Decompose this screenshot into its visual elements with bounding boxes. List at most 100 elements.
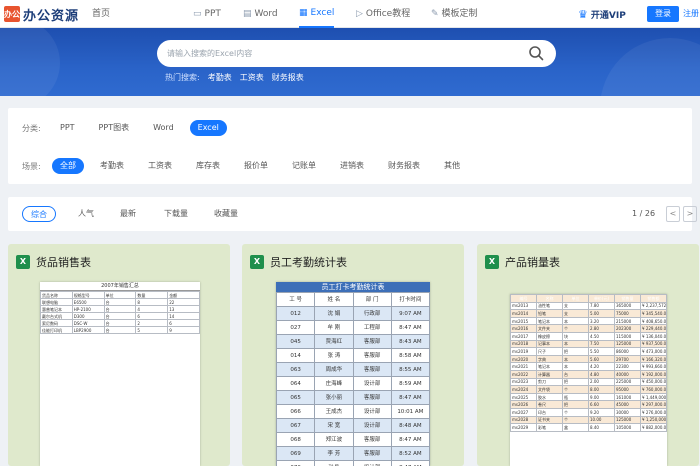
- nav-template-custom[interactable]: ✎ 模板定制: [431, 0, 478, 28]
- prev-page-button[interactable]: <: [666, 206, 680, 222]
- sort-overall[interactable]: 综合: [22, 206, 56, 222]
- preview-cell: 069: [276, 446, 316, 461]
- preview-cell: 8:52 AM: [390, 446, 430, 461]
- nav-ppt[interactable]: ▭ PPT: [193, 0, 221, 28]
- preview-header-row: 工 号姓 名部 门打卡时间: [276, 292, 430, 307]
- preview-caption: 2007年销售汇总: [40, 282, 200, 291]
- preview-cell: 台: [103, 298, 137, 306]
- scene-financial[interactable]: 财务报表: [380, 158, 428, 174]
- preview-cell: 印台: [536, 407, 563, 417]
- card-header: X 产品销量表: [485, 254, 560, 270]
- preview-cell: ms2025: [510, 392, 537, 402]
- preview-cell: 2.80: [588, 324, 615, 333]
- preview-cell: 油性笔: [536, 301, 563, 311]
- preview-cell: 支: [562, 301, 589, 311]
- preview-row: ms2016 文件夹个 2.80 202300 ¥ 229,440.00: [510, 324, 667, 333]
- preview-cell: 6: [135, 312, 169, 320]
- preview-cell: 索尼数码: [40, 319, 73, 327]
- preview-cell: 台: [562, 369, 589, 379]
- preview-header-cell: 打卡时间: [390, 292, 430, 307]
- preview-row: ms2020 字典本 5.60 29700 ¥ 166,320.00: [510, 354, 667, 364]
- scene-bookkeeping[interactable]: 记账单: [284, 158, 324, 174]
- preview-cell: 7.80: [588, 301, 615, 311]
- scene-quotation[interactable]: 报价单: [236, 158, 276, 174]
- hot-search-keyword[interactable]: 考勤表: [208, 72, 232, 83]
- preview-cell: 文件袋: [536, 385, 563, 394]
- login-button[interactable]: 登录: [647, 6, 679, 22]
- hot-search-keyword[interactable]: 财务报表: [272, 72, 304, 83]
- play-icon: ▷: [356, 8, 363, 19]
- preview-cell: 台: [103, 312, 137, 320]
- preview-cell: 计算器: [536, 369, 563, 379]
- preview-cell: 8: [135, 298, 169, 306]
- preview-cell: 3.20: [588, 316, 615, 326]
- preview-cell: 客服部: [352, 362, 392, 377]
- hot-search-keyword[interactable]: 工资表: [240, 72, 264, 83]
- scene-inventory[interactable]: 库存表: [188, 158, 228, 174]
- excel-file-icon: X: [250, 255, 264, 269]
- preview-row: ms2017 橡皮擦块 4.50 115000 ¥ 136,040.00: [510, 331, 667, 341]
- template-card[interactable]: X 货品销售表 2007年销售汇总 货品名称 规格型号 单位 数量 金额 联想电脑 E650…: [8, 244, 230, 466]
- preview-cell: 8:55 AM: [390, 362, 430, 377]
- scene-row: 场景: 全部 考勤表 工资表 库存表 报价单 记账单 进销表 财务报表 其他: [22, 158, 476, 174]
- card-header: X 货品销售表: [16, 254, 91, 270]
- next-page-button[interactable]: >: [683, 206, 697, 222]
- nav-word[interactable]: ▤ Word: [243, 0, 278, 28]
- sort-popularity[interactable]: 人气: [70, 206, 102, 222]
- template-card[interactable]: X 产品销量表 编号 名称 单位 单价(元) 销售量 销售额 ms2013 油性笔支 7.80 3…: [477, 244, 699, 466]
- scene-attendance[interactable]: 考勤表: [92, 158, 132, 174]
- card-title: 货品销售表: [36, 256, 91, 269]
- nav-template-label: 模板定制: [441, 8, 478, 19]
- site-logo[interactable]: 办公 办公资源: [4, 4, 79, 24]
- category-ppt[interactable]: PPT: [52, 120, 83, 136]
- sort-newest[interactable]: 最新: [112, 206, 144, 222]
- preview-row: 联想电脑 E6500 台 8 22: [40, 298, 200, 306]
- preview-row: 063 周成华 客服部 8:55 AM: [276, 362, 430, 377]
- crown-icon: ♛: [578, 7, 588, 21]
- preview-cell: 9.20: [588, 407, 615, 417]
- ppt-icon: ▭: [193, 8, 202, 19]
- scene-other[interactable]: 其他: [436, 158, 468, 174]
- preview-cell: 225000: [614, 377, 641, 387]
- preview-cell: 李 芳: [314, 446, 354, 461]
- category-ppt-chart[interactable]: PPT图表: [91, 120, 138, 136]
- nav-home[interactable]: 首页: [92, 0, 110, 28]
- preview-cell: 宋 宽: [314, 418, 354, 433]
- preview-row: ms2014 铅笔支 5.00 75000 ¥ 345,540.00: [510, 309, 667, 318]
- preview-cell: 本: [562, 316, 589, 326]
- preview-cell: 个: [562, 385, 589, 394]
- preview-header-cell: 金额: [167, 291, 200, 299]
- search-icon[interactable]: [528, 45, 544, 61]
- preview-cell: 5.60: [588, 354, 615, 364]
- preview-cell: ¥ 408,650.00: [640, 316, 667, 326]
- preview-cell: 佳能打印机: [40, 326, 73, 334]
- preview-cell: 9: [167, 326, 200, 334]
- card-preview: 2007年销售汇总 货品名称 规格型号 单位 数量 金额 联想电脑 E6500 台 8 22 惠普笔…: [40, 282, 200, 466]
- preview-row: ms2018 记事本本 7.50 125000 ¥ 937,500.00: [510, 339, 667, 349]
- scene-all[interactable]: 全部: [52, 158, 84, 174]
- scene-purchase-sales[interactable]: 进销表: [332, 158, 372, 174]
- preview-cell: 尺子: [536, 347, 563, 356]
- category-excel[interactable]: Excel: [189, 120, 227, 136]
- search-input[interactable]: [167, 40, 507, 67]
- scene-salary[interactable]: 工资表: [140, 158, 180, 174]
- template-card[interactable]: X 员工考勤统计表 员工打卡考勤统计表 工 号姓 名部 门打卡时间 012 沈 娟行…: [242, 244, 464, 466]
- preview-cell: 5: [135, 326, 169, 334]
- vip-link[interactable]: ♛ 开通VIP: [578, 0, 626, 28]
- preview-cell: 161000: [614, 392, 641, 402]
- excel-file-icon: X: [16, 255, 30, 269]
- preview-cell: 周成华: [314, 362, 354, 377]
- nav-office-tutorial[interactable]: ▷ Office教程: [356, 0, 410, 28]
- preview-cell: ¥ 450,000.00: [640, 377, 667, 387]
- search-banner: 热门搜索: 考勤表 工资表 财务报表: [0, 28, 700, 96]
- category-word[interactable]: Word: [145, 120, 182, 136]
- sort-downloads[interactable]: 下载量: [156, 206, 196, 222]
- sort-favorites[interactable]: 收藏量: [206, 206, 246, 222]
- preview-row: ms2029 彩笔盒 8.40 105000 ¥ 882,000.00: [510, 423, 667, 432]
- register-link[interactable]: 注册: [683, 6, 699, 22]
- preview-row: 惠普笔记本 HP-2100 台 4 13: [40, 305, 200, 313]
- nav-excel[interactable]: ▦ Excel: [299, 0, 335, 28]
- preview-cell: 125000: [614, 339, 641, 349]
- preview-cell: D300: [71, 312, 105, 320]
- preview-cell: 支: [562, 309, 589, 318]
